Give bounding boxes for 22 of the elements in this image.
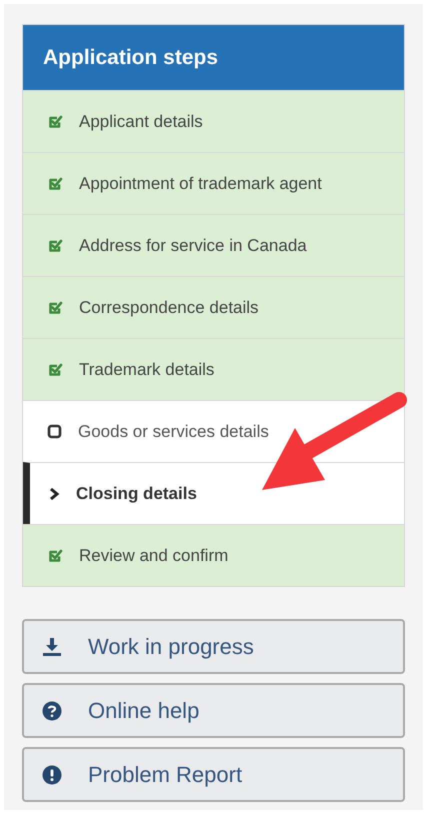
download-icon (42, 636, 62, 656)
checked-box-icon (47, 300, 63, 316)
step-item[interactable]: Applicant details (23, 90, 404, 152)
checked-box-icon (47, 114, 63, 130)
step-item[interactable]: Correspondence details (23, 276, 404, 338)
exclamation-icon (42, 764, 62, 784)
sidebar-button[interactable]: Problem Report (22, 747, 405, 802)
question-icon (42, 700, 62, 720)
sidebar-button[interactable]: Work in progress (22, 619, 405, 674)
step-item[interactable]: Trademark details (23, 338, 404, 400)
step-item[interactable]: Review and confirm (23, 524, 404, 586)
checked-box-icon (47, 176, 63, 192)
sidebar-button[interactable]: Online help (22, 683, 405, 738)
checked-box-icon (47, 238, 63, 254)
empty-box-icon (47, 424, 62, 439)
chevron-icon (48, 486, 60, 500)
step-item[interactable]: Appointment of trademark agent (23, 152, 404, 214)
checked-box-icon (47, 362, 63, 378)
step-item[interactable]: Closing details (23, 462, 404, 524)
panel-title: Application steps (43, 44, 218, 71)
checked-box-icon (47, 548, 63, 564)
step-item[interactable]: Address for service in Canada (23, 214, 404, 276)
